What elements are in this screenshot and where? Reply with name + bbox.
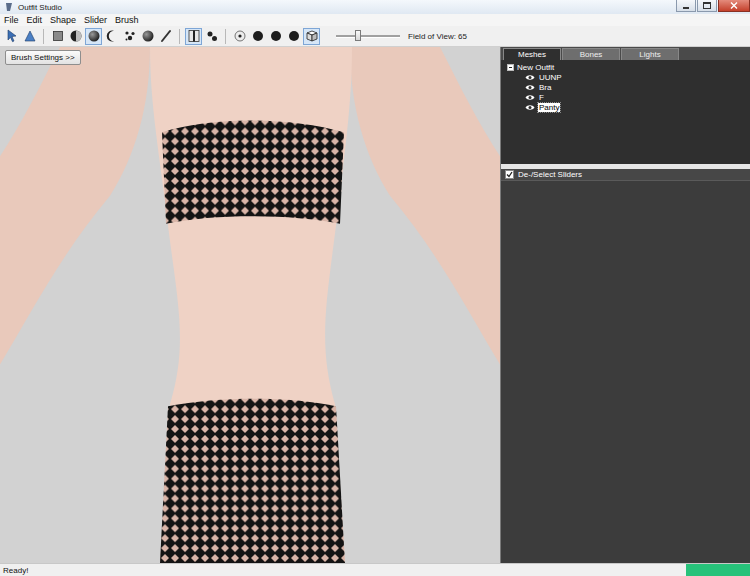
tree-item[interactable]: F	[507, 92, 750, 102]
tree-item-label: Panty	[538, 103, 560, 112]
scatter-icon	[123, 29, 137, 43]
side-panel: MeshesBonesLightsNew OutfitUUNPBraFPanty…	[500, 47, 750, 563]
check-icon	[506, 171, 513, 178]
tree-root[interactable]: New Outfit	[507, 62, 750, 72]
menu-item[interactable]: File	[4, 15, 19, 25]
tool-button[interactable]	[49, 28, 66, 45]
sliders-label: De-/Select Sliders	[518, 170, 582, 179]
menu-item[interactable]: Brush	[115, 15, 139, 25]
tree-root-label: New Outfit	[517, 63, 554, 72]
crescent-icon	[105, 29, 119, 43]
expand-toggle[interactable]	[507, 64, 514, 71]
brush-settings-button[interactable]: Brush Settings >>	[5, 50, 81, 65]
toolbar-separator	[179, 29, 180, 44]
sphere-icon	[87, 29, 101, 43]
field-of-view-label: Field of View: 65	[408, 32, 467, 41]
sliders-header: De-/Select Sliders	[501, 169, 750, 181]
tree-item-label: F	[538, 93, 545, 102]
tool-button[interactable]	[303, 28, 320, 45]
field-of-view-slider[interactable]	[336, 30, 400, 42]
close-button[interactable]	[718, 0, 750, 12]
tree-item[interactable]: Bra	[507, 82, 750, 92]
select-icon	[5, 29, 19, 43]
tree-item-label: Bra	[538, 83, 552, 92]
tool-group	[231, 28, 320, 45]
tool-button[interactable]	[139, 28, 156, 45]
eye-icon[interactable]	[525, 84, 535, 91]
window-controls	[676, 0, 750, 12]
outfit-studio-window: Outfit Studio File Edit Shape Slider Brush Fie…	[0, 0, 750, 576]
menu-bar: File Edit Shape Slider Brush	[0, 14, 750, 26]
toolbar-separator	[225, 29, 226, 44]
status-indicator	[686, 564, 750, 576]
tab-bar: MeshesBonesLights	[501, 47, 750, 60]
tool-button[interactable]	[103, 28, 120, 45]
sphere-icon	[141, 29, 155, 43]
menu-item[interactable]: Shape	[50, 15, 76, 25]
half-icon	[69, 29, 83, 43]
tool-group	[49, 28, 174, 45]
eye-icon[interactable]	[525, 74, 535, 81]
minimize-button[interactable]	[676, 0, 696, 12]
tool-group	[3, 28, 38, 45]
toolbar: Field of View: 65	[0, 26, 750, 47]
brush-icon	[159, 29, 173, 43]
main-area: Brush Settings >>MeshesBonesLightsNew Ou…	[0, 47, 750, 563]
status-text: Ready!	[3, 566, 28, 575]
menu-item[interactable]: Slider	[84, 15, 107, 25]
tree-item-label: UUNP	[538, 73, 563, 82]
tab[interactable]: Lights	[621, 48, 679, 60]
split-icon	[187, 29, 201, 43]
tool-group	[185, 28, 220, 45]
tool-button[interactable]	[3, 28, 20, 45]
tab[interactable]: Meshes	[503, 48, 561, 60]
disc-icon	[269, 29, 283, 43]
tree-item[interactable]: UUNP	[507, 72, 750, 82]
disc-icon	[251, 29, 265, 43]
menu-item[interactable]: Edit	[27, 15, 43, 25]
title-bar: Outfit Studio	[0, 0, 750, 14]
disc-icon	[287, 29, 301, 43]
eye-icon[interactable]	[525, 94, 535, 101]
square-icon	[51, 29, 65, 43]
tool-button[interactable]	[203, 28, 220, 45]
viewport-3d[interactable]: Brush Settings >>	[0, 47, 500, 563]
tool-button[interactable]	[249, 28, 266, 45]
slider-list	[501, 181, 750, 563]
window-title: Outfit Studio	[18, 3, 62, 12]
eye-icon[interactable]	[525, 104, 535, 111]
tool-button[interactable]	[21, 28, 38, 45]
maximize-button[interactable]	[697, 0, 717, 12]
toolbar-separator	[43, 29, 44, 44]
tool-button[interactable]	[285, 28, 302, 45]
model-render	[0, 47, 500, 563]
dot-icon	[233, 29, 247, 43]
tool-button[interactable]	[185, 28, 202, 45]
tool-button[interactable]	[121, 28, 138, 45]
tool-button[interactable]	[67, 28, 84, 45]
close-icon	[730, 2, 738, 9]
select-sliders-checkbox[interactable]	[505, 170, 514, 179]
transform-icon	[23, 29, 37, 43]
cube-icon	[305, 29, 319, 43]
tool-button[interactable]	[85, 28, 102, 45]
mesh-tree: New OutfitUUNPBraFPanty	[501, 60, 750, 164]
slider-thumb[interactable]	[355, 30, 361, 41]
pair-icon	[205, 29, 219, 43]
slider-track	[336, 35, 400, 38]
tab[interactable]: Bones	[562, 48, 620, 60]
tool-button[interactable]	[231, 28, 248, 45]
tool-button[interactable]	[267, 28, 284, 45]
app-icon	[4, 2, 14, 12]
tool-button[interactable]	[157, 28, 174, 45]
tree-item[interactable]: Panty	[507, 102, 750, 112]
status-bar: Ready!	[0, 563, 750, 576]
